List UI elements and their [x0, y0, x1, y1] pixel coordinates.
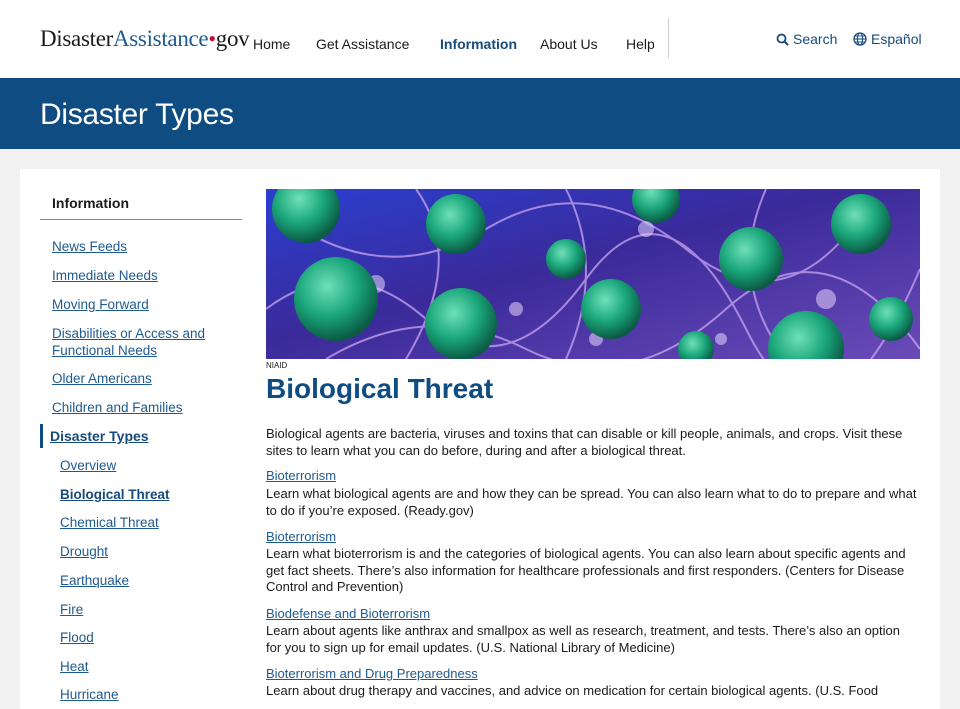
- sidebar-subitem-earthquake[interactable]: Earthquake: [60, 572, 240, 589]
- sidebar-subitem-biological-threat[interactable]: Biological Threat: [60, 486, 240, 503]
- sidebar-section-disaster-types[interactable]: Disaster Types: [50, 428, 230, 445]
- logo-dot: •: [208, 26, 216, 51]
- sidebar-title: Information: [52, 195, 129, 211]
- sidebar-item-moving-forward[interactable]: Moving Forward: [52, 296, 232, 313]
- resource-link-1[interactable]: Bioterrorism: [266, 468, 336, 483]
- nav-home[interactable]: Home: [253, 36, 290, 52]
- sidebar-item-children-families[interactable]: Children and Families: [52, 399, 232, 416]
- search-link[interactable]: Search: [776, 31, 837, 47]
- site-header: DisasterAssistance•gov Home Get Assistan…: [0, 0, 960, 78]
- nav-get-assistance[interactable]: Get Assistance: [316, 36, 409, 52]
- sidebar-item-immediate-needs[interactable]: Immediate Needs: [52, 267, 232, 284]
- globe-icon: [853, 32, 867, 46]
- logo-text-assistance: Assistance: [112, 26, 209, 51]
- language-link[interactable]: Español: [853, 31, 922, 47]
- search-label: Search: [793, 31, 838, 47]
- article-title: Biological Threat: [266, 373, 494, 404]
- language-label: Español: [871, 31, 922, 47]
- sidebar-subitem-flood[interactable]: Flood: [60, 629, 240, 646]
- sidebar-item-news-feeds[interactable]: News Feeds: [52, 238, 232, 255]
- logo-text-disaster: Disaster: [40, 26, 113, 51]
- image-credit: NIAID: [266, 361, 288, 370]
- resource-link-3[interactable]: Biodefense and Bioterrorism: [266, 606, 430, 621]
- logo-text-gov: gov: [215, 26, 250, 51]
- sidebar-divider: [40, 219, 242, 220]
- search-icon: [776, 33, 789, 46]
- sidebar-active-indicator: [40, 424, 43, 448]
- sidebar-subitem-drought[interactable]: Drought: [60, 543, 240, 560]
- sidebar-subitem-chemical-threat[interactable]: Chemical Threat: [60, 514, 240, 531]
- page-banner: Disaster Types: [0, 78, 960, 149]
- resource-desc-4: Learn about drug therapy and vaccines, a…: [266, 683, 879, 698]
- resource-desc-2: Learn what bioterrorism is and the categ…: [266, 546, 906, 594]
- sidebar-subitem-fire[interactable]: Fire: [60, 601, 240, 618]
- nav-help[interactable]: Help: [626, 36, 655, 52]
- sidebar-item-disabilities[interactable]: Disabilities or Access and Functional Ne…: [52, 325, 222, 359]
- hero-image: [266, 189, 920, 359]
- site-logo[interactable]: DisasterAssistance•gov: [40, 26, 250, 52]
- resource-desc-3: Learn about agents like anthrax and smal…: [266, 623, 900, 655]
- page-title: Disaster Types: [40, 98, 234, 131]
- sidebar-subitem-heat[interactable]: Heat: [60, 658, 240, 675]
- sidebar-item-older-americans[interactable]: Older Americans: [52, 370, 232, 387]
- resource-link-4[interactable]: Bioterrorism and Drug Preparedness: [266, 666, 478, 681]
- nav-information[interactable]: Information: [440, 36, 517, 52]
- resource-desc-1: Learn what biological agents are and how…: [266, 486, 917, 518]
- nav-about-us[interactable]: About Us: [540, 36, 598, 52]
- intro-text: Biological agents are bacteria, viruses …: [266, 426, 903, 458]
- resource-link-2[interactable]: Bioterrorism: [266, 529, 336, 544]
- sidebar-subitem-overview[interactable]: Overview: [60, 457, 240, 474]
- nav-divider: [668, 18, 669, 58]
